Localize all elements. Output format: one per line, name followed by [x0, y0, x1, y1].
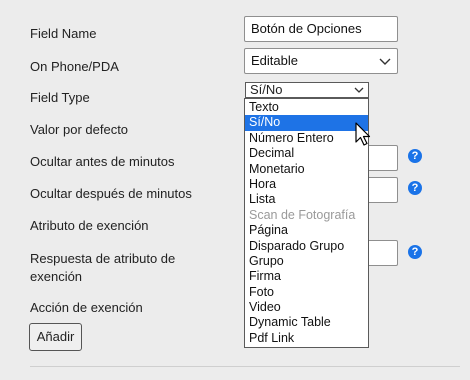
dropdown-option[interactable]: Monetario [245, 162, 368, 177]
dropdown-option[interactable]: Lista [245, 192, 368, 207]
label-exemption-attribute: Atributo de exención [30, 218, 149, 233]
dropdown-option[interactable]: Firma [245, 269, 368, 284]
field-type-select[interactable]: Sí/No [245, 82, 369, 98]
label-on-phone: On Phone/PDA [30, 59, 119, 74]
dropdown-option[interactable]: Foto [245, 285, 368, 300]
help-icon[interactable]: ? [408, 245, 422, 259]
help-icon[interactable]: ? [408, 181, 422, 195]
dropdown-option[interactable]: Disparado Grupo [245, 239, 368, 254]
dropdown-option[interactable]: Página [245, 223, 368, 238]
dropdown-option[interactable]: Sí/No [245, 115, 368, 131]
dropdown-option[interactable]: Pdf Link [245, 331, 368, 346]
field-type-value: Sí/No [250, 82, 283, 97]
dropdown-option[interactable]: Dynamic Table [245, 315, 368, 330]
field-name-value: Botón de Opciones [251, 21, 362, 36]
dropdown-option[interactable]: Video [245, 300, 368, 315]
dropdown-option[interactable]: Decimal [245, 146, 368, 161]
field-type-options[interactable]: Texto Sí/No Número Entero Decimal Monetario H… [244, 98, 369, 348]
field-name-input[interactable]: Botón de Opciones [244, 16, 398, 42]
dropdown-option[interactable]: Número Entero [245, 131, 368, 146]
on-phone-select[interactable]: Editable [244, 48, 398, 74]
mouse-cursor-icon [355, 122, 371, 146]
label-default-value: Valor por defecto [30, 122, 129, 137]
dropdown-option[interactable]: Texto [245, 100, 368, 115]
dropdown-option[interactable]: Hora [245, 177, 368, 192]
label-hide-after: Ocultar después de minutos [30, 186, 192, 201]
label-field-name: Field Name [30, 26, 97, 41]
divider [30, 366, 460, 367]
add-button[interactable]: Añadir [29, 323, 82, 351]
help-icon[interactable]: ? [408, 149, 422, 163]
label-exemption-response: Respuesta de atributo de exención [30, 251, 176, 284]
label-hide-before: Ocultar antes de minutos [30, 154, 175, 169]
dropdown-option[interactable]: Grupo [245, 254, 368, 269]
dropdown-option: Scan de Fotografía [249, 207, 356, 222]
label-field-type: Field Type [30, 90, 90, 105]
on-phone-value: Editable [251, 53, 298, 68]
chevron-down-icon [354, 87, 364, 93]
chevron-down-icon [379, 58, 391, 65]
label-exemption-action: Acción de exención [30, 300, 143, 315]
